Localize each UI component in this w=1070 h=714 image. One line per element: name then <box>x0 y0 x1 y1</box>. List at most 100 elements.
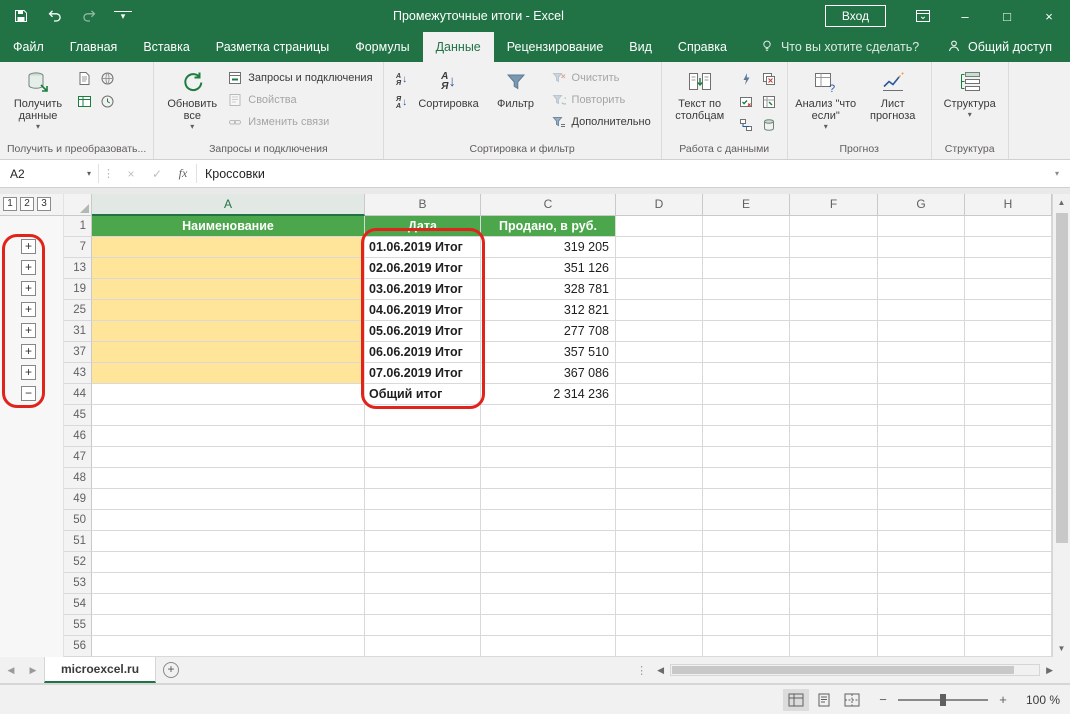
cell-D46[interactable] <box>616 426 703 447</box>
cell-F45[interactable] <box>790 405 878 426</box>
cell-G44[interactable] <box>878 384 965 405</box>
cell-E48[interactable] <box>703 468 790 489</box>
cell-C37[interactable]: 357 510 <box>481 342 616 363</box>
cell-A51[interactable] <box>92 531 365 552</box>
cell-E47[interactable] <box>703 447 790 468</box>
cell-G56[interactable] <box>878 636 965 657</box>
outline-level-2[interactable]: 2 <box>20 197 34 211</box>
structure-button[interactable]: Структура ▾ <box>938 65 1002 139</box>
cell-C13[interactable]: 351 126 <box>481 258 616 279</box>
data-validation-icon[interactable] <box>738 94 754 110</box>
get-data-button[interactable]: Получить данные ▾ <box>6 65 70 139</box>
vertical-scrollbar-thumb[interactable] <box>1056 213 1068 543</box>
column-header-g[interactable]: G <box>878 194 965 216</box>
cell-E55[interactable] <box>703 615 790 636</box>
cell-H1[interactable] <box>965 216 1052 237</box>
cell-B46[interactable] <box>365 426 481 447</box>
column-header-f[interactable]: F <box>790 194 878 216</box>
cell-G53[interactable] <box>878 573 965 594</box>
cell-H7[interactable] <box>965 237 1052 258</box>
cell-C56[interactable] <box>481 636 616 657</box>
cell-D47[interactable] <box>616 447 703 468</box>
zoom-slider-thumb[interactable] <box>940 694 946 706</box>
cell-H45[interactable] <box>965 405 1052 426</box>
undo-icon[interactable] <box>46 7 64 25</box>
cell-B55[interactable] <box>365 615 481 636</box>
ribbon-tab-view[interactable]: Вид <box>616 32 665 62</box>
ribbon-tab-data[interactable]: Данные <box>423 32 494 62</box>
cell-F7[interactable] <box>790 237 878 258</box>
cell-B19[interactable]: 03.06.2019 Итог <box>365 279 481 300</box>
outline-level-3[interactable]: 3 <box>37 197 51 211</box>
formula-input[interactable]: Кроссовки <box>197 160 1044 187</box>
cell-G54[interactable] <box>878 594 965 615</box>
cell-D1[interactable] <box>616 216 703 237</box>
sort-ascending-button[interactable]: АЯ ↓ <box>390 69 414 90</box>
cell-G48[interactable] <box>878 468 965 489</box>
cell-D56[interactable] <box>616 636 703 657</box>
row-header-47[interactable]: 47 <box>64 447 92 468</box>
cell-C19[interactable]: 328 781 <box>481 279 616 300</box>
cell-C50[interactable] <box>481 510 616 531</box>
cell-B31[interactable]: 05.06.2019 Итог <box>365 321 481 342</box>
ribbon-tab-review[interactable]: Рецензирование <box>494 32 617 62</box>
cell-D50[interactable] <box>616 510 703 531</box>
cell-D43[interactable] <box>616 363 703 384</box>
cell-C44[interactable]: 2 314 236 <box>481 384 616 405</box>
consolidate-icon[interactable] <box>761 94 777 110</box>
cell-C31[interactable]: 277 708 <box>481 321 616 342</box>
cell-H31[interactable] <box>965 321 1052 342</box>
close-button[interactable]: × <box>1028 0 1070 32</box>
cell-E46[interactable] <box>703 426 790 447</box>
cell-E45[interactable] <box>703 405 790 426</box>
column-header-e[interactable]: E <box>703 194 790 216</box>
cell-B52[interactable] <box>365 552 481 573</box>
cell-D51[interactable] <box>616 531 703 552</box>
relationships-icon[interactable] <box>738 117 754 133</box>
row-header-31[interactable]: 31 <box>64 321 92 342</box>
cell-A37[interactable] <box>92 342 365 363</box>
cell-G13[interactable] <box>878 258 965 279</box>
cell-H50[interactable] <box>965 510 1052 531</box>
hscroll-right-icon[interactable]: ▶ <box>1043 665 1056 676</box>
cell-E25[interactable] <box>703 300 790 321</box>
cell-A44[interactable] <box>92 384 365 405</box>
cell-C52[interactable] <box>481 552 616 573</box>
cell-A43[interactable] <box>92 363 365 384</box>
cell-B51[interactable] <box>365 531 481 552</box>
name-box[interactable]: A2 ▾ <box>0 160 98 187</box>
expand-group-button[interactable]: + <box>21 323 36 338</box>
cell-F46[interactable] <box>790 426 878 447</box>
cell-H13[interactable] <box>965 258 1052 279</box>
zoom-level[interactable]: 100 % <box>1018 693 1060 707</box>
zoom-slider[interactable] <box>898 699 988 701</box>
cell-H56[interactable] <box>965 636 1052 657</box>
cell-A13[interactable] <box>92 258 365 279</box>
cell-D52[interactable] <box>616 552 703 573</box>
cell-B1[interactable]: Дата <box>365 216 481 237</box>
cell-F49[interactable] <box>790 489 878 510</box>
refresh-all-button[interactable]: Обновить все ▾ <box>160 65 224 139</box>
cell-D25[interactable] <box>616 300 703 321</box>
cell-C47[interactable] <box>481 447 616 468</box>
cell-B48[interactable] <box>365 468 481 489</box>
customize-quick-access-icon[interactable]: ▾ <box>114 11 132 22</box>
cell-E1[interactable] <box>703 216 790 237</box>
ribbon-tab-page-layout[interactable]: Разметка страницы <box>203 32 342 62</box>
page-break-view-icon[interactable] <box>839 689 865 711</box>
cell-F47[interactable] <box>790 447 878 468</box>
cell-E56[interactable] <box>703 636 790 657</box>
cell-E43[interactable] <box>703 363 790 384</box>
ribbon-display-options-icon[interactable] <box>902 0 944 32</box>
expand-group-button[interactable]: + <box>21 344 36 359</box>
cell-B47[interactable] <box>365 447 481 468</box>
cell-H19[interactable] <box>965 279 1052 300</box>
cell-H52[interactable] <box>965 552 1052 573</box>
ribbon-tab-help[interactable]: Справка <box>665 32 740 62</box>
cell-H48[interactable] <box>965 468 1052 489</box>
sheet-nav-right-icon[interactable]: ▶ <box>22 657 44 683</box>
expand-group-button[interactable]: + <box>21 260 36 275</box>
expand-group-button[interactable]: + <box>21 365 36 380</box>
cell-E51[interactable] <box>703 531 790 552</box>
cell-E31[interactable] <box>703 321 790 342</box>
